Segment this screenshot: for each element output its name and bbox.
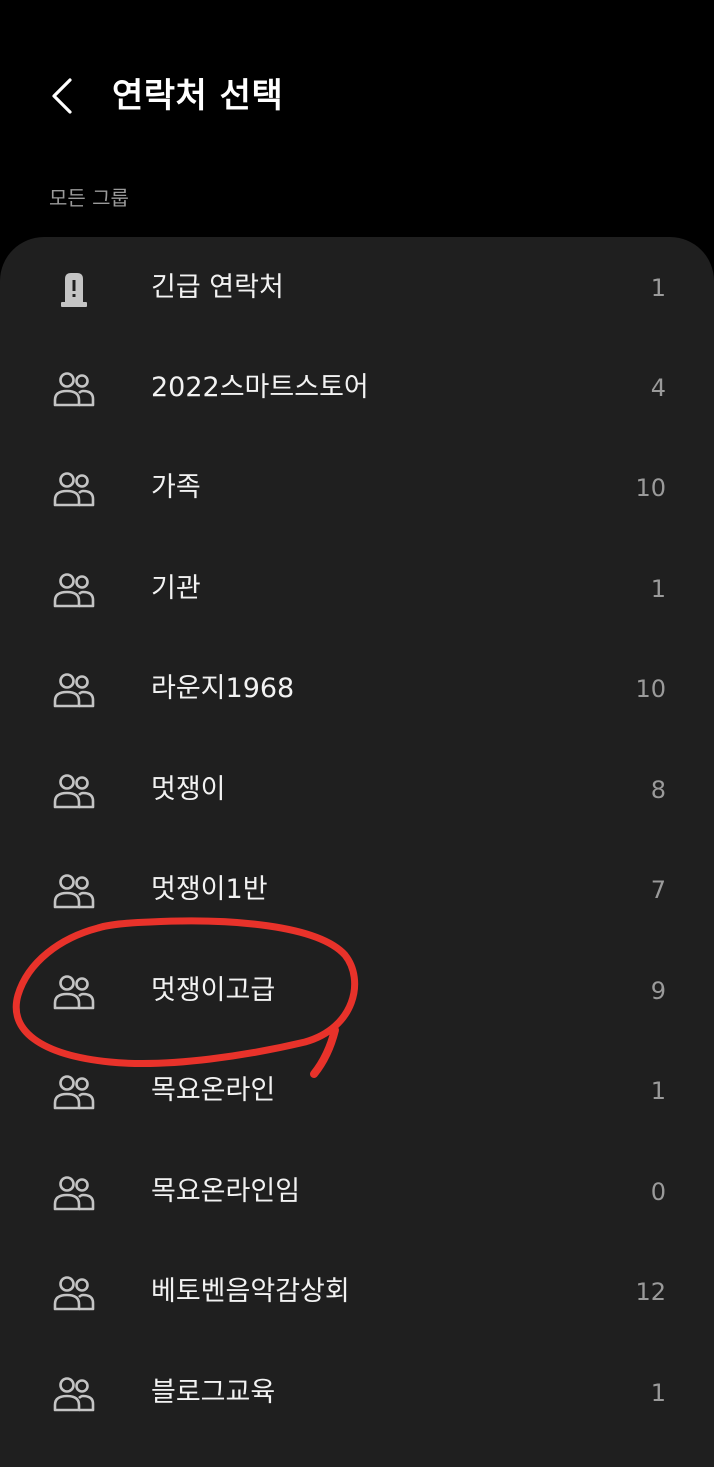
list-item-group[interactable]: 멋쟁이 8 [0,740,714,840]
list-item-group[interactable]: 2022스마트스토어 4 [0,338,714,438]
group-count: 1 [650,1379,666,1407]
group-count: 7 [650,876,666,904]
list-item-emergency-contacts[interactable]: 긴급 연락처 1 [0,238,714,338]
group-icon [53,874,95,909]
group-icon [53,975,95,1010]
group-label: 멋쟁이 [151,774,226,805]
list-item-group[interactable]: 목요온라인 1 [0,1041,714,1141]
list-item-group[interactable]: 목요온라인임 0 [0,1142,714,1242]
list-item-group[interactable]: 베토벤음악감상회 12 [0,1242,714,1342]
group-count: 4 [650,374,666,402]
group-icon [53,1276,95,1311]
group-label: 라운지1968 [151,673,295,704]
group-icon [53,673,95,708]
section-label-all-groups: 모든 그룹 [49,186,129,210]
group-list: 긴급 연락처 1 2022스마트스토어 4 가족 10 기관 1 라운지1968… [0,237,714,1467]
group-count: 10 [635,675,666,703]
group-icon [53,573,95,608]
group-icon [53,1176,95,1211]
emergency-beacon-icon [61,273,87,307]
group-count: 9 [650,977,666,1005]
group-icon [53,472,95,507]
group-icon [53,1377,95,1412]
page-title: 연락처 선택 [112,76,284,116]
group-label: 가족 [151,472,201,503]
group-count: 0 [650,1178,666,1206]
group-label: 베토벤음악감상회 [151,1276,350,1307]
group-label: 기관 [151,573,201,604]
group-label: 멋쟁이1반 [151,874,268,905]
list-item-group[interactable]: 멋쟁이1반 7 [0,840,714,940]
app-header: 연락처 선택 [0,0,714,180]
group-label: 긴급 연락처 [151,272,284,303]
group-icon [53,372,95,407]
list-item-group[interactable]: 가족 10 [0,438,714,538]
group-count: 12 [635,1278,666,1306]
group-icon [53,1075,95,1110]
list-item-group-circled[interactable]: 멋쟁이고급 9 [0,941,714,1041]
list-item-group[interactable]: 기관 1 [0,539,714,639]
group-count: 10 [635,474,666,502]
group-label: 블로그교육 [151,1377,276,1408]
group-icon [53,774,95,809]
chevron-left-icon[interactable] [40,72,88,120]
group-count: 1 [650,274,666,302]
group-label: 목요온라인 [151,1075,276,1106]
group-count: 1 [650,575,666,603]
group-count: 1 [650,1077,666,1105]
group-label: 2022스마트스토어 [151,372,369,403]
group-count: 8 [650,776,666,804]
group-label: 목요온라인임 [151,1176,301,1207]
list-item-group[interactable]: 블로그교육 1 [0,1343,714,1443]
group-label: 멋쟁이고급 [151,975,276,1006]
list-item-group[interactable]: 라운지1968 10 [0,639,714,739]
